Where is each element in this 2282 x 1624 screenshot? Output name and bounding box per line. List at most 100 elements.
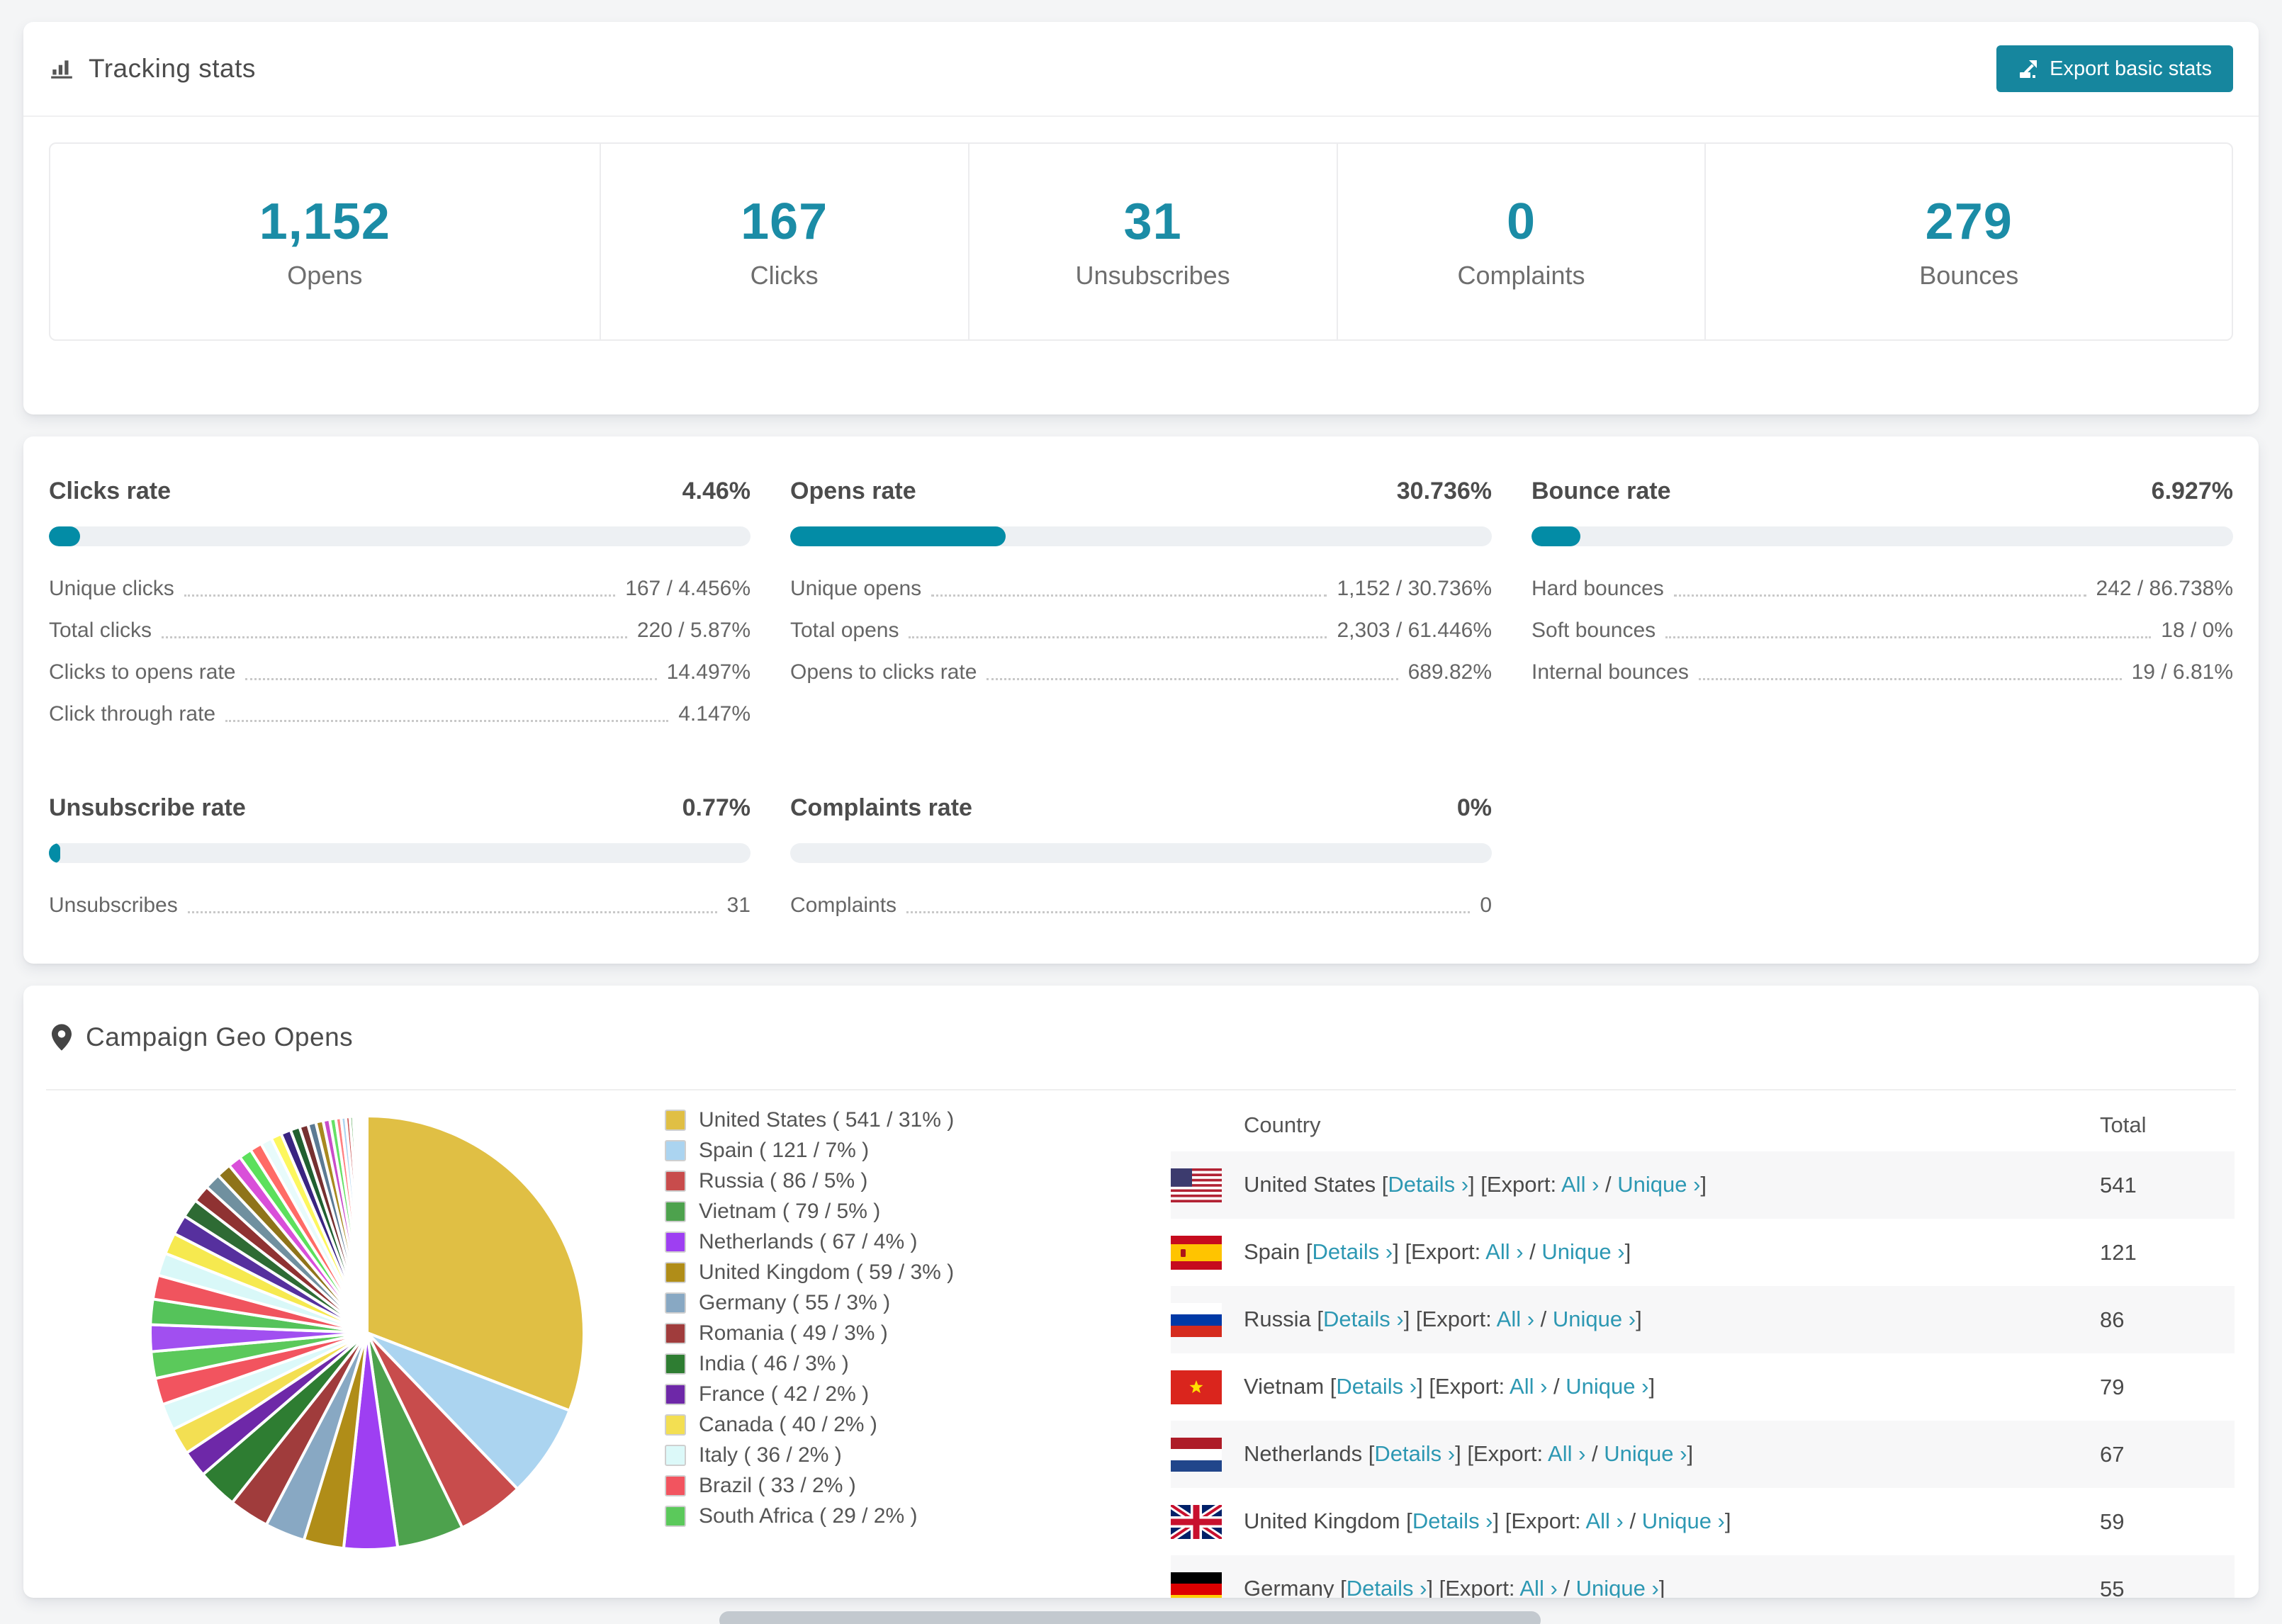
dotted-leader bbox=[1698, 678, 2122, 680]
export-all-link[interactable]: All › bbox=[1497, 1307, 1534, 1331]
bracket-close: ] bbox=[1700, 1172, 1707, 1197]
geo-title: Campaign Geo Opens bbox=[86, 1022, 354, 1051]
stat-value: 19 / 6.81% bbox=[2131, 660, 2233, 684]
summary-value: 279 bbox=[1925, 193, 2013, 250]
stat-label: Clicks to opens rate bbox=[49, 660, 236, 684]
geo-pie-chart bbox=[140, 1106, 594, 1560]
stat-row-hard-bounces: Hard bounces 242 / 86.738% bbox=[1531, 566, 2233, 608]
export-all-link[interactable]: All › bbox=[1519, 1576, 1557, 1598]
stat-row-total-opens: Total opens 2,303 / 61.446% bbox=[790, 608, 1492, 650]
export-unique-link[interactable]: Unique › bbox=[1642, 1509, 1725, 1533]
spain-flag-icon bbox=[1171, 1235, 1222, 1270]
export-basic-stats-button[interactable]: Export basic stats bbox=[1996, 45, 2233, 92]
export-label: ] [Export: bbox=[1417, 1374, 1510, 1399]
stat-value: 167 / 4.456% bbox=[625, 577, 751, 600]
export-unique-link[interactable]: Unique › bbox=[1541, 1239, 1624, 1264]
dotted-leader bbox=[987, 678, 1398, 680]
stat-label: Soft bounces bbox=[1531, 619, 1656, 642]
export-unique-link[interactable]: Unique › bbox=[1604, 1441, 1687, 1466]
total-value: 541 bbox=[2100, 1172, 2137, 1197]
export-label: ] [Export: bbox=[1493, 1509, 1586, 1534]
export-unique-link[interactable]: Unique › bbox=[1617, 1172, 1700, 1197]
stat-value: 18 / 0% bbox=[2161, 619, 2233, 642]
legend-label: Germany ( 55 / 3% ) bbox=[699, 1290, 891, 1314]
link-separator: / bbox=[1599, 1172, 1618, 1197]
legend-item-south-africa: South Africa ( 29 / 2% ) bbox=[665, 1501, 1147, 1531]
location-pin-icon bbox=[52, 1024, 72, 1051]
details-link[interactable]: Details › bbox=[1323, 1307, 1404, 1331]
details-link[interactable]: Details › bbox=[1388, 1172, 1468, 1197]
legend-swatch bbox=[665, 1200, 686, 1222]
germany-flag-icon bbox=[1171, 1572, 1222, 1598]
stat-value: 4.147% bbox=[678, 702, 751, 726]
total-column-header: Total bbox=[2100, 1112, 2147, 1137]
geo-table-row-germany: Germany [Details ›] [Export: All › / Uni… bbox=[1171, 1555, 2235, 1598]
summary-value: 167 bbox=[741, 193, 828, 250]
bracket-close: ] bbox=[1687, 1441, 1694, 1467]
legend-label: India ( 46 / 3% ) bbox=[699, 1351, 849, 1375]
export-all-link[interactable]: All › bbox=[1510, 1374, 1547, 1399]
rate-block-complaints-rate: Complaints rate 0% Complaints 0 bbox=[790, 794, 1492, 925]
summary-complaints: 0 Complaints bbox=[1336, 144, 1705, 339]
link-separator: / bbox=[1585, 1441, 1604, 1467]
pie-legend: United States ( 541 / 31% ) Spain ( 121 /… bbox=[665, 1099, 1147, 1531]
horizontal-scrollbar-thumb[interactable] bbox=[719, 1611, 1541, 1624]
rate-title: Complaints rate bbox=[790, 794, 972, 821]
stat-row-internal-bounces: Internal bounces 19 / 6.81% bbox=[1531, 650, 2233, 692]
bracket-close: ] bbox=[1648, 1374, 1656, 1399]
rate-value: 0.77% bbox=[682, 794, 751, 821]
export-unique-link[interactable]: Unique › bbox=[1553, 1307, 1636, 1331]
details-link[interactable]: Details › bbox=[1336, 1374, 1417, 1399]
country-column-header: Country bbox=[1244, 1112, 1321, 1137]
legend-swatch bbox=[665, 1505, 686, 1527]
stat-row-unique-clicks: Unique clicks 167 / 4.456% bbox=[49, 566, 751, 608]
legend-item-brazil: Brazil ( 33 / 2% ) bbox=[665, 1470, 1147, 1501]
export-all-link[interactable]: All › bbox=[1548, 1441, 1585, 1466]
stat-row-soft-bounces: Soft bounces 18 / 0% bbox=[1531, 608, 2233, 650]
legend-label: Spain ( 121 / 7% ) bbox=[699, 1138, 870, 1162]
legend-item-canada: Canada ( 40 / 2% ) bbox=[665, 1409, 1147, 1440]
legend-item-india: India ( 46 / 3% ) bbox=[665, 1348, 1147, 1379]
united-states-flag-icon bbox=[1171, 1168, 1222, 1202]
details-link[interactable]: Details › bbox=[1347, 1576, 1427, 1598]
details-link[interactable]: Details › bbox=[1374, 1441, 1455, 1466]
stat-row-unsubscribes: Unsubscribes 31 bbox=[49, 883, 751, 925]
export-label: ] [Export: bbox=[1455, 1441, 1548, 1467]
export-all-link[interactable]: All › bbox=[1485, 1239, 1523, 1264]
export-unique-link[interactable]: Unique › bbox=[1566, 1374, 1648, 1399]
dashboard-page: Tracking stats Export basic stats 1,152 O… bbox=[0, 0, 2282, 1598]
details-link[interactable]: Details › bbox=[1313, 1239, 1393, 1264]
legend-swatch bbox=[665, 1444, 686, 1466]
export-unique-link[interactable]: Unique › bbox=[1576, 1576, 1659, 1598]
geo-table-row-united-states: United States [Details ›] [Export: All ›… bbox=[1171, 1151, 2235, 1219]
geo-card: Campaign Geo Opens United States ( 541 /… bbox=[23, 986, 2259, 1598]
rate-value: 6.927% bbox=[2151, 478, 2233, 504]
stat-row-click-through-rate: Click through rate 4.147% bbox=[49, 692, 751, 733]
progress-bar-complaints-rate bbox=[790, 843, 1492, 863]
rate-title: Bounce rate bbox=[1531, 478, 1671, 504]
progress-bar-bounce-rate bbox=[1531, 526, 2233, 546]
details-link[interactable]: Details › bbox=[1412, 1509, 1493, 1533]
bracket-close: ] bbox=[1658, 1576, 1665, 1598]
link-separator: / bbox=[1547, 1374, 1566, 1399]
stat-value: 1,152 / 30.736% bbox=[1337, 577, 1492, 600]
rate-value: 0% bbox=[1456, 794, 1492, 821]
stat-value: 2,303 / 61.446% bbox=[1337, 619, 1492, 642]
progress-bar-clicks-rate bbox=[49, 526, 751, 546]
stat-row-clicks-to-opens-rate: Clicks to opens rate 14.497% bbox=[49, 650, 751, 692]
summary-clicks: 167 Clicks bbox=[599, 144, 968, 339]
tracking-stats-card: Tracking stats Export basic stats 1,152 O… bbox=[23, 22, 2259, 415]
total-value: 59 bbox=[2100, 1509, 2125, 1534]
summary-label: Bounces bbox=[1919, 261, 2019, 290]
stat-value: 689.82% bbox=[1407, 660, 1492, 684]
export-all-link[interactable]: All › bbox=[1561, 1172, 1599, 1197]
stat-label: Unsubscribes bbox=[49, 893, 178, 917]
export-all-link[interactable]: All › bbox=[1585, 1509, 1623, 1533]
stat-label: Unique clicks bbox=[49, 577, 174, 600]
link-separator: / bbox=[1557, 1576, 1576, 1598]
stat-label: Total clicks bbox=[49, 619, 152, 642]
link-separator: / bbox=[1523, 1239, 1542, 1265]
legend-label: Romania ( 49 / 3% ) bbox=[699, 1321, 888, 1345]
legend-item-russia: Russia ( 86 / 5% ) bbox=[665, 1166, 1147, 1196]
summary-stats: 1,152 Opens 167 Clicks 31 Unsubscribes 0 Compla… bbox=[49, 142, 2233, 341]
